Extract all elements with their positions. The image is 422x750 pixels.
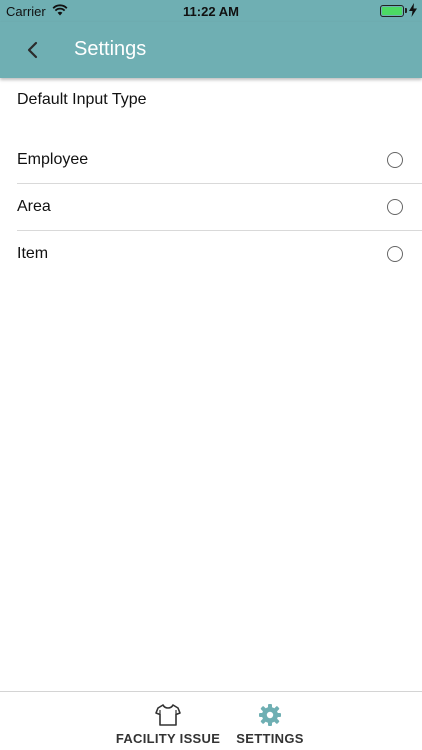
charging-bolt-icon [409, 3, 417, 17]
radio-button-employee[interactable] [387, 152, 403, 168]
option-area[interactable]: Area [17, 184, 422, 231]
shirt-icon [155, 704, 181, 726]
battery-cap [405, 8, 407, 13]
radio-button-area[interactable] [387, 199, 403, 215]
navigation-bar: Settings [0, 22, 422, 78]
tab-settings[interactable]: SETTINGS [228, 692, 312, 750]
option-item[interactable]: Item [17, 231, 422, 278]
option-label: Area [17, 198, 51, 215]
tab-facility-issue[interactable]: FACILITY ISSUE [110, 692, 226, 750]
page-title: Settings [74, 38, 147, 60]
status-bar: Carrier 11:22 AM [0, 0, 422, 22]
tab-label: FACILITY ISSUE [115, 731, 221, 746]
tab-label: SETTINGS [236, 731, 304, 746]
option-label: Item [17, 245, 49, 262]
input-type-options: Employee Area Item [17, 137, 422, 278]
radio-button-item[interactable] [387, 246, 403, 262]
battery-icon [380, 5, 404, 17]
gear-icon [259, 704, 281, 726]
option-employee[interactable]: Employee [17, 137, 422, 184]
back-chevron-icon[interactable] [22, 38, 44, 62]
tab-bar: FACILITY ISSUE SETTINGS [0, 691, 422, 750]
clock: 11:22 AM [183, 4, 239, 19]
option-label: Employee [17, 151, 89, 168]
section-header: Default Input Type [17, 91, 147, 108]
